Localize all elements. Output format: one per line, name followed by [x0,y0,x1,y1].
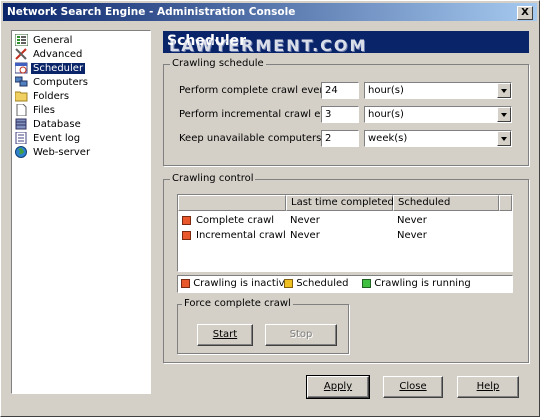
keep-unavailable-label: Keep unavailable computers for [179,133,339,144]
sidebar-item-label: Scheduler [31,62,86,74]
general-icon [14,33,29,47]
keep-unavailable-input[interactable]: 2 [321,130,359,147]
legend-label: Crawling is running [374,278,471,289]
table-row[interactable]: Incremental crawl Never Never [182,229,508,243]
row-last-completed: Never [290,215,320,226]
dropdown-arrow-icon[interactable] [497,107,511,122]
status-legend: Crawling is inactive Scheduled Crawling … [177,275,513,293]
help-button[interactable]: Help [457,376,519,398]
keep-unavailable-unit-select[interactable]: week(s) [364,130,512,147]
sidebar-item-event-log[interactable]: Event log [15,131,82,145]
close-button[interactable]: Close [383,376,443,398]
column-header-filler [499,195,512,211]
incremental-crawl-label: Perform incremental crawl every [179,109,343,120]
legend-label: Scheduled [296,278,349,289]
sidebar-item-label: Event log [33,132,81,144]
legend-label: Crawling is inactive [193,278,291,289]
dropdown-arrow-icon[interactable] [497,83,511,98]
select-value: week(s) [368,133,408,144]
incremental-crawl-unit-select[interactable]: hour(s) [364,106,512,123]
start-label: Start [212,329,238,340]
sidebar-item-files[interactable]: Files [15,103,57,117]
computers-icon [14,76,28,88]
inactive-status-icon [182,230,191,240]
complete-crawl-unit-select[interactable]: hour(s) [364,82,512,99]
scheduled-status-icon [284,278,293,288]
sidebar-item-label: General [33,34,73,46]
select-value: hour(s) [368,109,404,120]
dropdown-arrow-icon[interactable] [497,131,511,146]
stop-label: Stop [289,329,313,340]
apply-button[interactable]: Apply [306,375,370,399]
window-title: Network Search Engine - Administration C… [7,6,296,18]
select-value: hour(s) [368,85,404,96]
legend-scheduled: Scheduled [284,277,349,291]
sidebar-item-label: Web-server [33,146,91,158]
help-label: Help [476,381,500,392]
crawling-control-legend: Crawling control [170,173,256,184]
inactive-status-icon [181,278,190,288]
crawl-status-list: Last time completed Scheduled Complete c… [177,194,513,272]
globe-icon [15,146,28,158]
complete-crawl-interval-input[interactable]: 24 [321,82,359,99]
running-status-icon [362,278,371,288]
force-crawl-legend: Force complete crawl [182,298,293,309]
row-last-completed: Never [290,230,320,241]
sidebar-item-label: Folders [33,90,70,102]
column-header-last-completed[interactable]: Last time completed [286,195,394,211]
sidebar-item-label: Database [33,118,81,130]
row-scheduled: Never [397,230,427,241]
table-row[interactable]: Complete crawl Never Never [182,214,508,228]
sidebar-item-label: Computers [33,76,88,88]
sidebar-item-label: Advanced [33,48,83,60]
settings-tree: General Advanced Scheduler Computers Fol… [11,30,151,394]
event-log-icon [15,131,28,145]
sidebar-item-web-server[interactable]: Web-server [15,145,92,159]
apply-label: Apply [323,381,353,392]
inactive-status-icon [182,215,191,225]
main-window: Network Search Engine - Administration C… [0,0,540,417]
sidebar-item-folders[interactable]: Folders [14,89,71,103]
column-header-name[interactable] [178,195,286,211]
database-icon [15,118,28,130]
sidebar-item-computers[interactable]: Computers [14,75,90,89]
row-scheduled: Never [397,215,427,226]
sidebar-item-database[interactable]: Database [15,117,83,131]
incremental-crawl-interval-input[interactable]: 3 [321,106,359,123]
row-name: Incremental crawl [196,230,286,241]
legend-inactive: Crawling is inactive [181,277,291,291]
column-header-scheduled[interactable]: Scheduled [393,195,499,211]
close-window-button[interactable]: X [517,6,533,20]
stop-button[interactable]: Stop [265,324,337,346]
legend-running: Crawling is running [362,277,471,291]
complete-crawl-label: Perform complete crawl every [179,85,330,96]
title-bar: Network Search Engine - Administration C… [3,3,537,21]
sidebar-item-label: Files [33,104,55,116]
close-label: Close [399,381,427,392]
folder-icon [14,90,28,102]
sidebar-item-advanced[interactable]: Advanced [15,47,84,61]
row-name: Complete crawl [196,215,275,226]
sidebar-item-scheduler[interactable]: Scheduler [14,61,86,75]
file-icon [15,103,28,117]
scheduler-icon [14,62,28,74]
watermark: LAWYERMENT.COM [169,36,368,55]
tools-icon [15,48,28,60]
start-button[interactable]: Start [197,324,253,346]
crawling-schedule-legend: Crawling schedule [170,58,266,69]
sidebar-item-general[interactable]: General [14,33,74,47]
